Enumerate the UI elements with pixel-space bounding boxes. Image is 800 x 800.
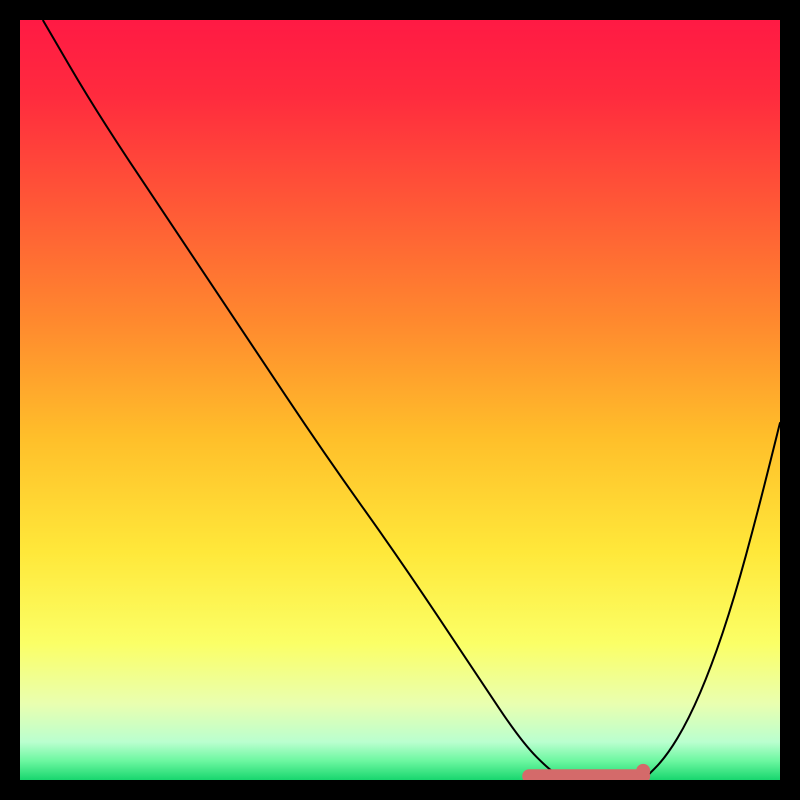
gradient-background	[20, 20, 780, 780]
chart-svg	[20, 20, 780, 780]
highlight-end-dot	[636, 764, 650, 778]
chart-frame: TheBottleneck.com	[20, 20, 780, 780]
